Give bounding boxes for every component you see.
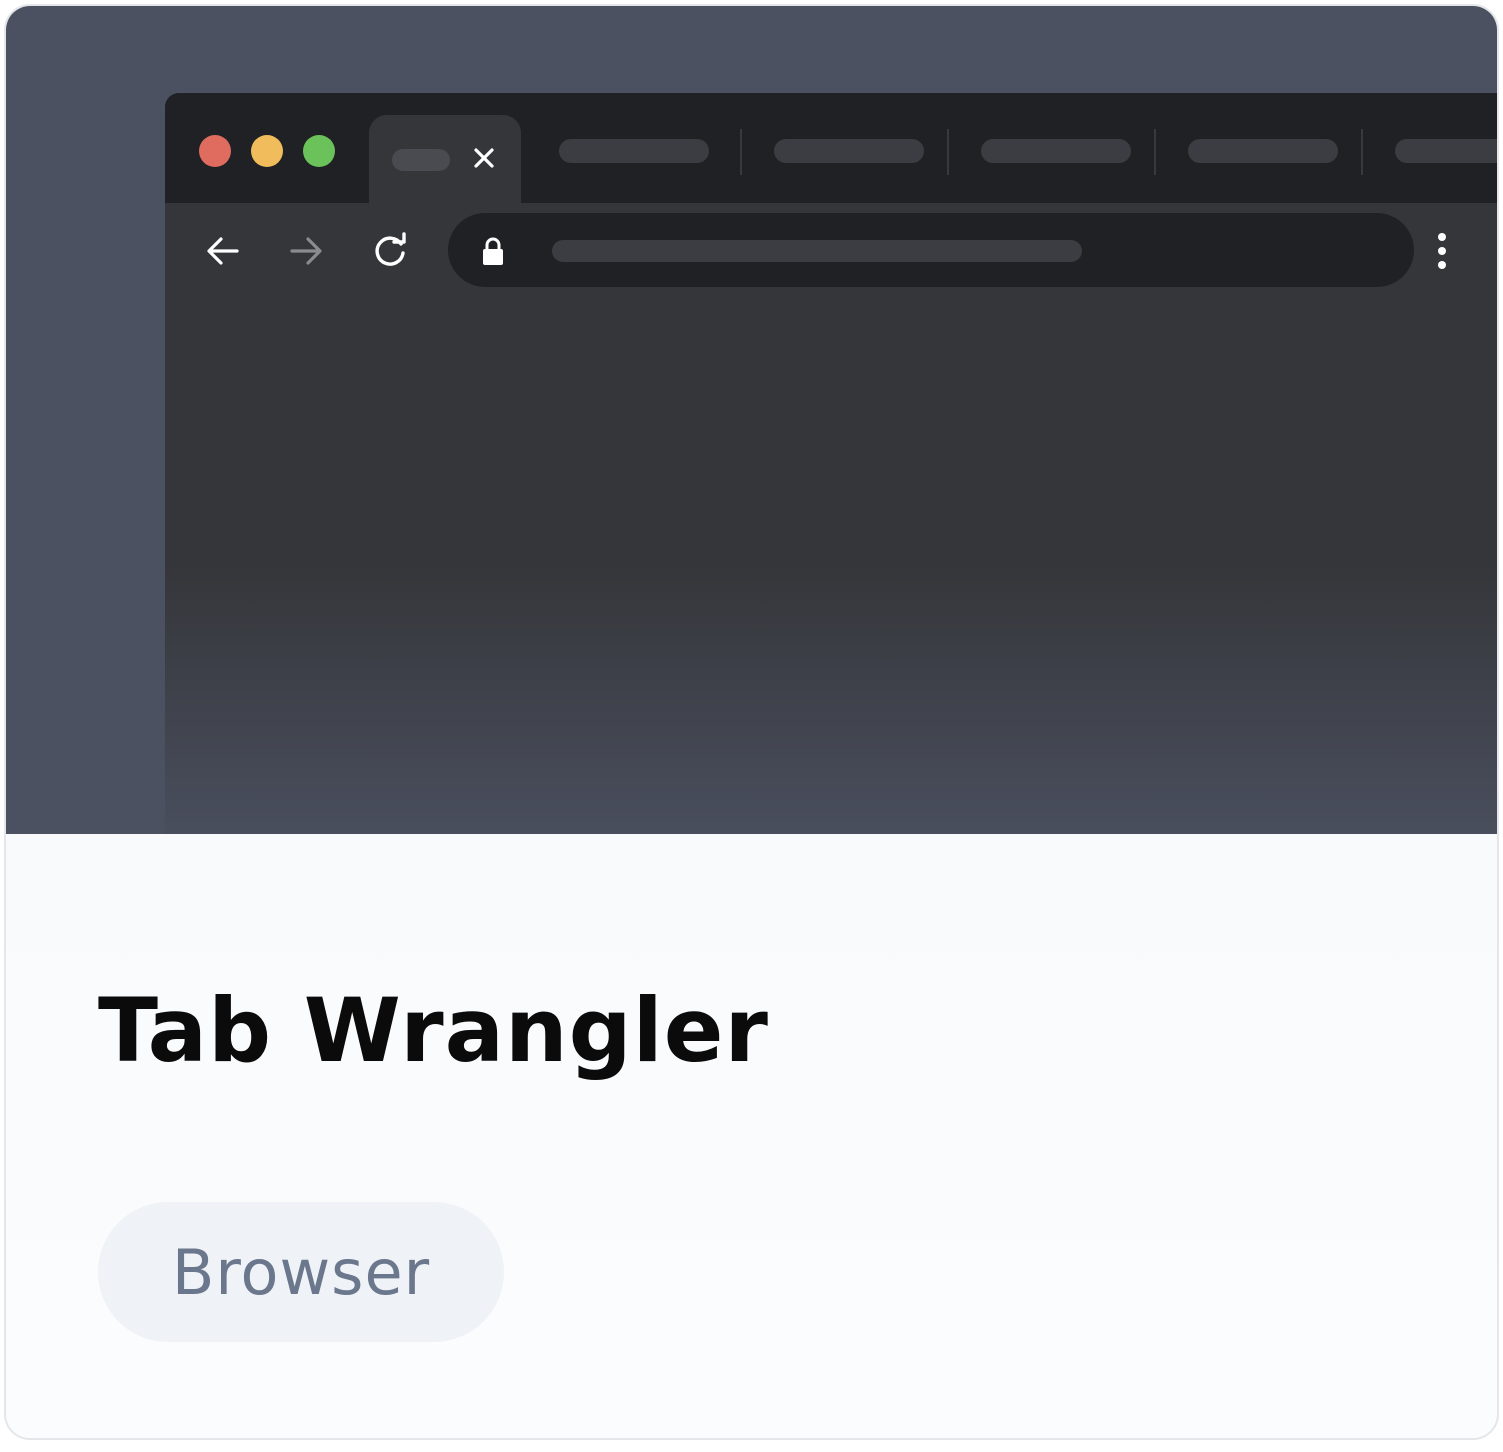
window-maximize-dot (303, 135, 335, 167)
extension-title: Tab Wrangler (98, 979, 769, 1082)
reload-icon (375, 232, 406, 266)
tab-separator (1154, 129, 1156, 175)
address-bar (448, 213, 1414, 287)
tab-separator (947, 129, 949, 175)
category-badge[interactable]: Browser (98, 1202, 504, 1342)
tab-placeholder (1188, 139, 1338, 163)
extension-card[interactable]: Tab Wrangler Browser (4, 4, 1499, 1440)
active-tab (369, 115, 521, 215)
window-close-dot (199, 135, 231, 167)
hero-illustration (6, 6, 1497, 834)
url-placeholder (552, 240, 1082, 262)
close-icon (474, 148, 494, 168)
window-minimize-dot (251, 135, 283, 167)
tab-placeholder (774, 139, 924, 163)
tab-placeholder (981, 139, 1131, 163)
tab-separator (740, 129, 742, 175)
tab-title-placeholder (392, 149, 450, 171)
tab-placeholder (1395, 139, 1497, 163)
tab-strip (165, 93, 1497, 215)
forward-arrow-icon (290, 237, 322, 265)
lock-icon (483, 237, 503, 265)
tab-placeholder (559, 139, 709, 163)
browser-window-mockup (165, 93, 1497, 834)
more-vert-icon (1438, 233, 1446, 269)
tab-separator (1361, 129, 1363, 175)
back-arrow-icon (207, 237, 239, 265)
